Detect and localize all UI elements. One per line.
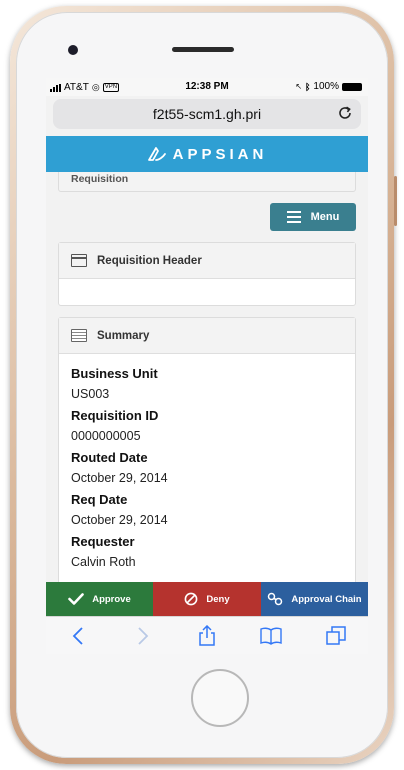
forward-icon[interactable] bbox=[131, 624, 155, 648]
battery-percent: 100% bbox=[313, 81, 339, 92]
requisition-section: Requisition bbox=[58, 172, 356, 192]
menu-button[interactable]: Menu bbox=[270, 203, 356, 231]
phone-screen: AT&T ◎ VPN 12:38 PM ↖ ᛒ 100% f2t55-scm1.… bbox=[46, 78, 368, 654]
page-content[interactable]: Requisition Menu Requisition Header Summ… bbox=[46, 172, 368, 582]
prohibit-icon bbox=[184, 592, 198, 606]
menu-label: Menu bbox=[310, 211, 340, 223]
battery-icon bbox=[342, 82, 362, 91]
approve-label: Approve bbox=[92, 593, 131, 605]
section-title: Requisition bbox=[71, 173, 129, 185]
panel-title: Summary bbox=[97, 329, 150, 342]
earpiece-speaker bbox=[172, 47, 234, 52]
panel-title: Requisition Header bbox=[97, 254, 202, 267]
panel-header[interactable]: Requisition Header bbox=[59, 243, 355, 279]
front-camera bbox=[68, 45, 78, 55]
field-label: Business Unit bbox=[71, 366, 158, 381]
volume-button bbox=[394, 176, 397, 226]
field-label: Requisition ID bbox=[71, 408, 159, 423]
home-button[interactable] bbox=[191, 669, 249, 727]
window-icon bbox=[71, 254, 87, 267]
field-value: October 29, 2014 bbox=[71, 513, 168, 527]
bluetooth-icon: ᛒ bbox=[305, 81, 311, 92]
field-label: Requester bbox=[71, 534, 135, 549]
location-icon: ↖ bbox=[295, 82, 303, 91]
tabs-icon[interactable] bbox=[324, 624, 348, 648]
field-value: 0000000005 bbox=[71, 429, 141, 443]
status-bar: AT&T ◎ VPN 12:38 PM ↖ ᛒ 100% bbox=[46, 78, 368, 96]
brand-header: APPSIAN bbox=[46, 136, 368, 172]
approval-chain-button[interactable]: Approval Chain bbox=[261, 582, 368, 616]
requisition-header-panel[interactable]: Requisition Header bbox=[58, 242, 356, 306]
hamburger-icon bbox=[286, 211, 301, 223]
deny-button[interactable]: Deny bbox=[153, 582, 261, 616]
reload-icon[interactable] bbox=[337, 105, 353, 121]
field-value: October 29, 2014 bbox=[71, 471, 168, 485]
bookmarks-icon[interactable] bbox=[259, 624, 283, 648]
back-icon[interactable] bbox=[66, 624, 90, 648]
checkmark-icon bbox=[68, 593, 85, 605]
panel-header[interactable]: Summary bbox=[59, 318, 355, 354]
address-bar[interactable]: f2t55-scm1.gh.pri bbox=[53, 99, 361, 129]
field-value: US003 bbox=[71, 387, 110, 401]
url-text: f2t55-scm1.gh.pri bbox=[152, 106, 262, 122]
field-label: Req Date bbox=[71, 492, 128, 507]
field-value: Calvin Roth bbox=[71, 555, 136, 569]
share-icon[interactable] bbox=[195, 624, 219, 648]
brand-name: APPSIAN bbox=[172, 145, 268, 163]
summary-fields: Business Unit US003 Requisition ID 00000… bbox=[59, 354, 355, 570]
field-label: Routed Date bbox=[71, 450, 148, 465]
approve-button[interactable]: Approve bbox=[46, 582, 153, 616]
list-icon bbox=[71, 329, 87, 342]
approval-chain-label: Approval Chain bbox=[291, 593, 362, 605]
appsian-logo-icon bbox=[147, 147, 166, 161]
deny-label: Deny bbox=[206, 593, 230, 605]
browser-toolbar bbox=[46, 616, 368, 654]
summary-panel[interactable]: Summary Business Unit US003 Requisition … bbox=[58, 317, 356, 582]
link-icon bbox=[268, 592, 283, 606]
action-bar: Approve Deny Approval Chain bbox=[46, 582, 368, 616]
